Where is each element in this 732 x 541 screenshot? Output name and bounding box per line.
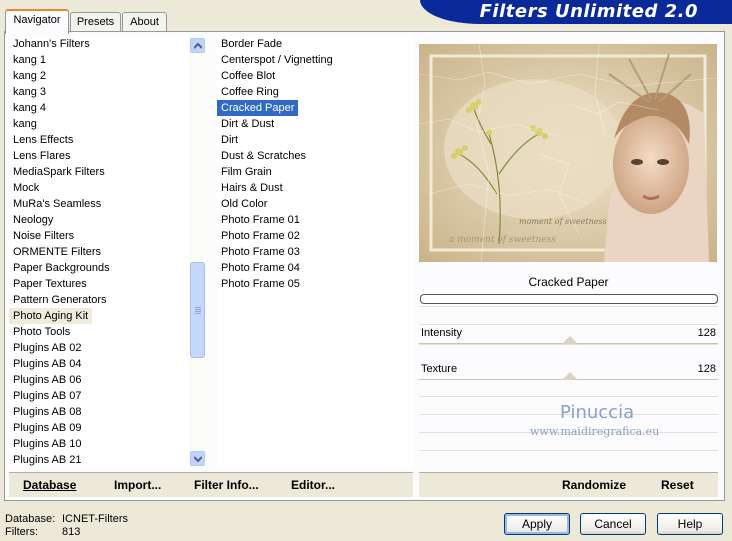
category-item[interactable]: Photo Aging Kit — [9, 308, 93, 324]
filters-label: Filters: — [5, 526, 38, 538]
intensity-value: 128 — [697, 327, 716, 339]
filters-count: 813 — [62, 526, 81, 538]
database-label: Database: — [5, 513, 56, 525]
app-banner: Filters Unlimited 2.0 — [420, 0, 732, 24]
apply-button[interactable]: Apply — [504, 513, 570, 535]
category-item[interactable]: Plugins AB 09 — [9, 420, 86, 436]
category-list[interactable]: Johann's Filters kang 1 kang 2 kang 3 kang 4… — [9, 36, 189, 468]
tab-navigator[interactable]: Navigator — [5, 9, 69, 34]
category-item[interactable]: kang 4 — [9, 100, 50, 116]
filter-item[interactable]: Dust & Scratches — [217, 148, 310, 164]
scroll-up-button[interactable] — [190, 38, 205, 53]
randomize-button[interactable]: Randomize — [562, 478, 626, 492]
category-item[interactable]: Noise Filters — [9, 228, 78, 244]
texture-slider[interactable]: Texture 128 — [419, 360, 718, 380]
category-item[interactable]: kang 2 — [9, 68, 50, 84]
filter-item[interactable]: Coffee Ring — [217, 84, 283, 100]
intensity-slider[interactable]: Intensity 128 — [419, 324, 718, 344]
scroll-down-button[interactable] — [190, 451, 205, 466]
category-item[interactable]: ORMENTE Filters — [9, 244, 105, 260]
list-toolbar: Database Import... Filter Info... Editor… — [9, 472, 413, 497]
intensity-thumb[interactable] — [562, 336, 578, 344]
watermark-url: www.maidiregrafica.eu — [530, 425, 660, 438]
help-button[interactable]: Help — [657, 513, 723, 535]
database-button[interactable]: Database — [23, 478, 76, 492]
category-item[interactable]: Plugins AB 10 — [9, 436, 86, 452]
current-filter-name: Cracked Paper — [528, 275, 609, 289]
cancel-button[interactable]: Cancel — [580, 513, 646, 535]
category-item[interactable]: Pattern Generators — [9, 292, 111, 308]
preview-image: moment of sweetness a moment of sweetnes… — [418, 43, 718, 263]
category-item[interactable]: kang 1 — [9, 52, 50, 68]
category-item[interactable]: Plugins AB 08 — [9, 404, 86, 420]
reset-button[interactable]: Reset — [661, 478, 694, 492]
category-item[interactable]: Plugins AB 06 — [9, 372, 86, 388]
category-item[interactable]: Johann's Filters — [9, 36, 94, 52]
preview-artwork: moment of sweetness a moment of sweetnes… — [418, 43, 718, 263]
category-item[interactable]: Photo Tools — [9, 324, 74, 340]
category-item[interactable]: kang 3 — [9, 84, 50, 100]
filter-item[interactable]: Cracked Paper — [217, 100, 299, 116]
filter-item[interactable]: Photo Frame 02 — [217, 228, 304, 244]
category-item[interactable]: kang — [9, 116, 41, 132]
intensity-label: Intensity — [421, 327, 462, 339]
category-item[interactable]: Lens Flares — [9, 148, 74, 164]
filter-item[interactable]: Film Grain — [217, 164, 276, 180]
category-item[interactable]: Lens Effects — [9, 132, 77, 148]
scroll-thumb[interactable] — [190, 262, 205, 358]
category-item[interactable]: MuRa's Seamless — [9, 196, 105, 212]
category-item[interactable]: Mock — [9, 180, 43, 196]
chevron-down-icon — [194, 456, 202, 462]
preview-text-2: a moment of sweetness — [449, 235, 556, 245]
filter-item[interactable]: Photo Frame 04 — [217, 260, 304, 276]
preview-toolbar: Randomize Reset — [419, 472, 718, 497]
preview-text-1: moment of sweetness — [519, 217, 607, 226]
tab-presets[interactable]: Presets — [70, 12, 121, 32]
texture-value: 128 — [697, 363, 716, 375]
database-value: ICNET-Filters — [62, 513, 128, 525]
chevron-up-icon — [194, 43, 202, 49]
category-item[interactable]: Paper Backgrounds — [9, 260, 114, 276]
category-item[interactable]: Paper Textures — [9, 276, 91, 292]
filter-list[interactable]: Border Fade Centerspot / Vignetting Coffee… — [217, 36, 413, 468]
filter-item[interactable]: Hairs & Dust — [217, 180, 287, 196]
app-title: Filters Unlimited 2.0 — [479, 1, 698, 22]
filter-item[interactable]: Centerspot / Vignetting — [217, 52, 337, 68]
watermark-name: Pinuccia — [560, 402, 635, 423]
category-item[interactable]: Neology — [9, 212, 57, 228]
filter-item[interactable]: Photo Frame 03 — [217, 244, 304, 260]
texture-thumb[interactable] — [562, 372, 578, 380]
filter-info-button[interactable]: Filter Info... — [194, 478, 259, 492]
category-item[interactable]: MediaSpark Filters — [9, 164, 109, 180]
filter-item[interactable]: Border Fade — [217, 36, 286, 52]
category-scrollbar[interactable] — [189, 36, 206, 468]
category-item[interactable]: Plugins AB 04 — [9, 356, 86, 372]
category-item[interactable]: Plugins AB 07 — [9, 388, 86, 404]
texture-label: Texture — [421, 363, 458, 375]
filter-item[interactable]: Coffee Blot — [217, 68, 279, 84]
filter-item[interactable]: Old Color — [217, 196, 271, 212]
progress-bar — [420, 294, 718, 304]
filter-item[interactable]: Dirt & Dust — [217, 116, 278, 132]
filter-item[interactable]: Photo Frame 01 — [217, 212, 304, 228]
filter-item[interactable]: Dirt — [217, 132, 242, 148]
category-item[interactable]: Plugins AB 02 — [9, 340, 86, 356]
filter-item[interactable]: Photo Frame 05 — [217, 276, 304, 292]
editor-button[interactable]: Editor... — [291, 478, 335, 492]
category-item[interactable]: Plugins AB 21 — [9, 452, 86, 468]
import-button[interactable]: Import... — [114, 478, 161, 492]
tab-about[interactable]: About — [122, 12, 167, 32]
